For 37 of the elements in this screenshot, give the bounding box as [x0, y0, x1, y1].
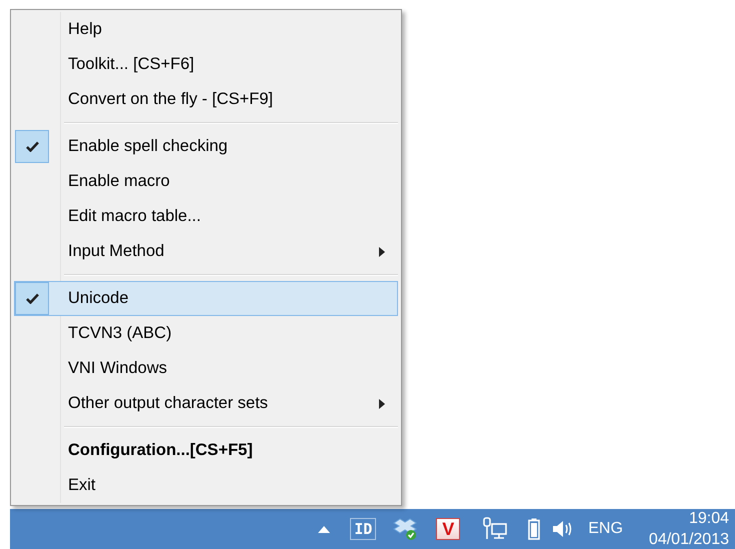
menu-item-label: Toolkit... [CS+F6] [68, 55, 194, 74]
menu-item-label: Unicode [68, 289, 129, 308]
menu-item-label: Configuration...[CS+F5] [68, 441, 253, 460]
clock-time[interactable]: 19:04 [688, 508, 729, 529]
menu-item-label: Enable macro [68, 172, 170, 191]
menu-item[interactable]: Configuration...[CS+F5] [14, 433, 398, 468]
network-icon[interactable] [482, 517, 508, 541]
show-hidden-icons-arrow-icon[interactable] [318, 525, 330, 533]
box-icon[interactable] [392, 517, 418, 541]
menu-item-label: TCVN3 (ABC) [68, 324, 172, 343]
menu-item-label: VNI Windows [68, 359, 168, 378]
menu-item[interactable]: Enable spell checking [14, 129, 398, 164]
menu-item[interactable]: Enable macro [14, 164, 398, 199]
menu-item-label: Exit [68, 476, 96, 495]
battery-icon[interactable] [528, 518, 540, 540]
check-icon [26, 141, 38, 152]
menu-item[interactable]: Unicode [14, 281, 398, 316]
menu-item-label: Edit macro table... [68, 207, 201, 226]
clock-date[interactable]: 04/01/2013 [648, 529, 729, 549]
menu-item[interactable]: Toolkit... [CS+F6] [14, 47, 398, 82]
menu-item[interactable]: Convert on the fly - [CS+F9] [14, 82, 398, 117]
menu-item[interactable]: TCVN3 (ABC) [14, 316, 398, 351]
tray-icon[interactable]: V [436, 518, 460, 540]
menu-item[interactable]: Help [14, 12, 398, 47]
menu-item[interactable]: Edit macro table... [14, 199, 398, 234]
language-indicator[interactable]: ENG [588, 520, 623, 538]
menu-item-label: Help [68, 20, 102, 39]
menu-item-label: Enable spell checking [68, 137, 228, 156]
menu-item[interactable]: Exit [14, 468, 398, 503]
tray-icon[interactable]: ID [350, 518, 376, 540]
menu-item-label: Other output character sets [68, 394, 268, 413]
menu-item-label: Convert on the fly - [CS+F9] [68, 90, 273, 109]
check-icon [26, 293, 38, 304]
menu-item-label: Input Method [68, 242, 164, 261]
menu-item[interactable]: Other output character sets [14, 386, 398, 421]
menu-item[interactable]: Input Method [14, 234, 398, 269]
menu-item[interactable]: VNI Windows [14, 351, 398, 386]
